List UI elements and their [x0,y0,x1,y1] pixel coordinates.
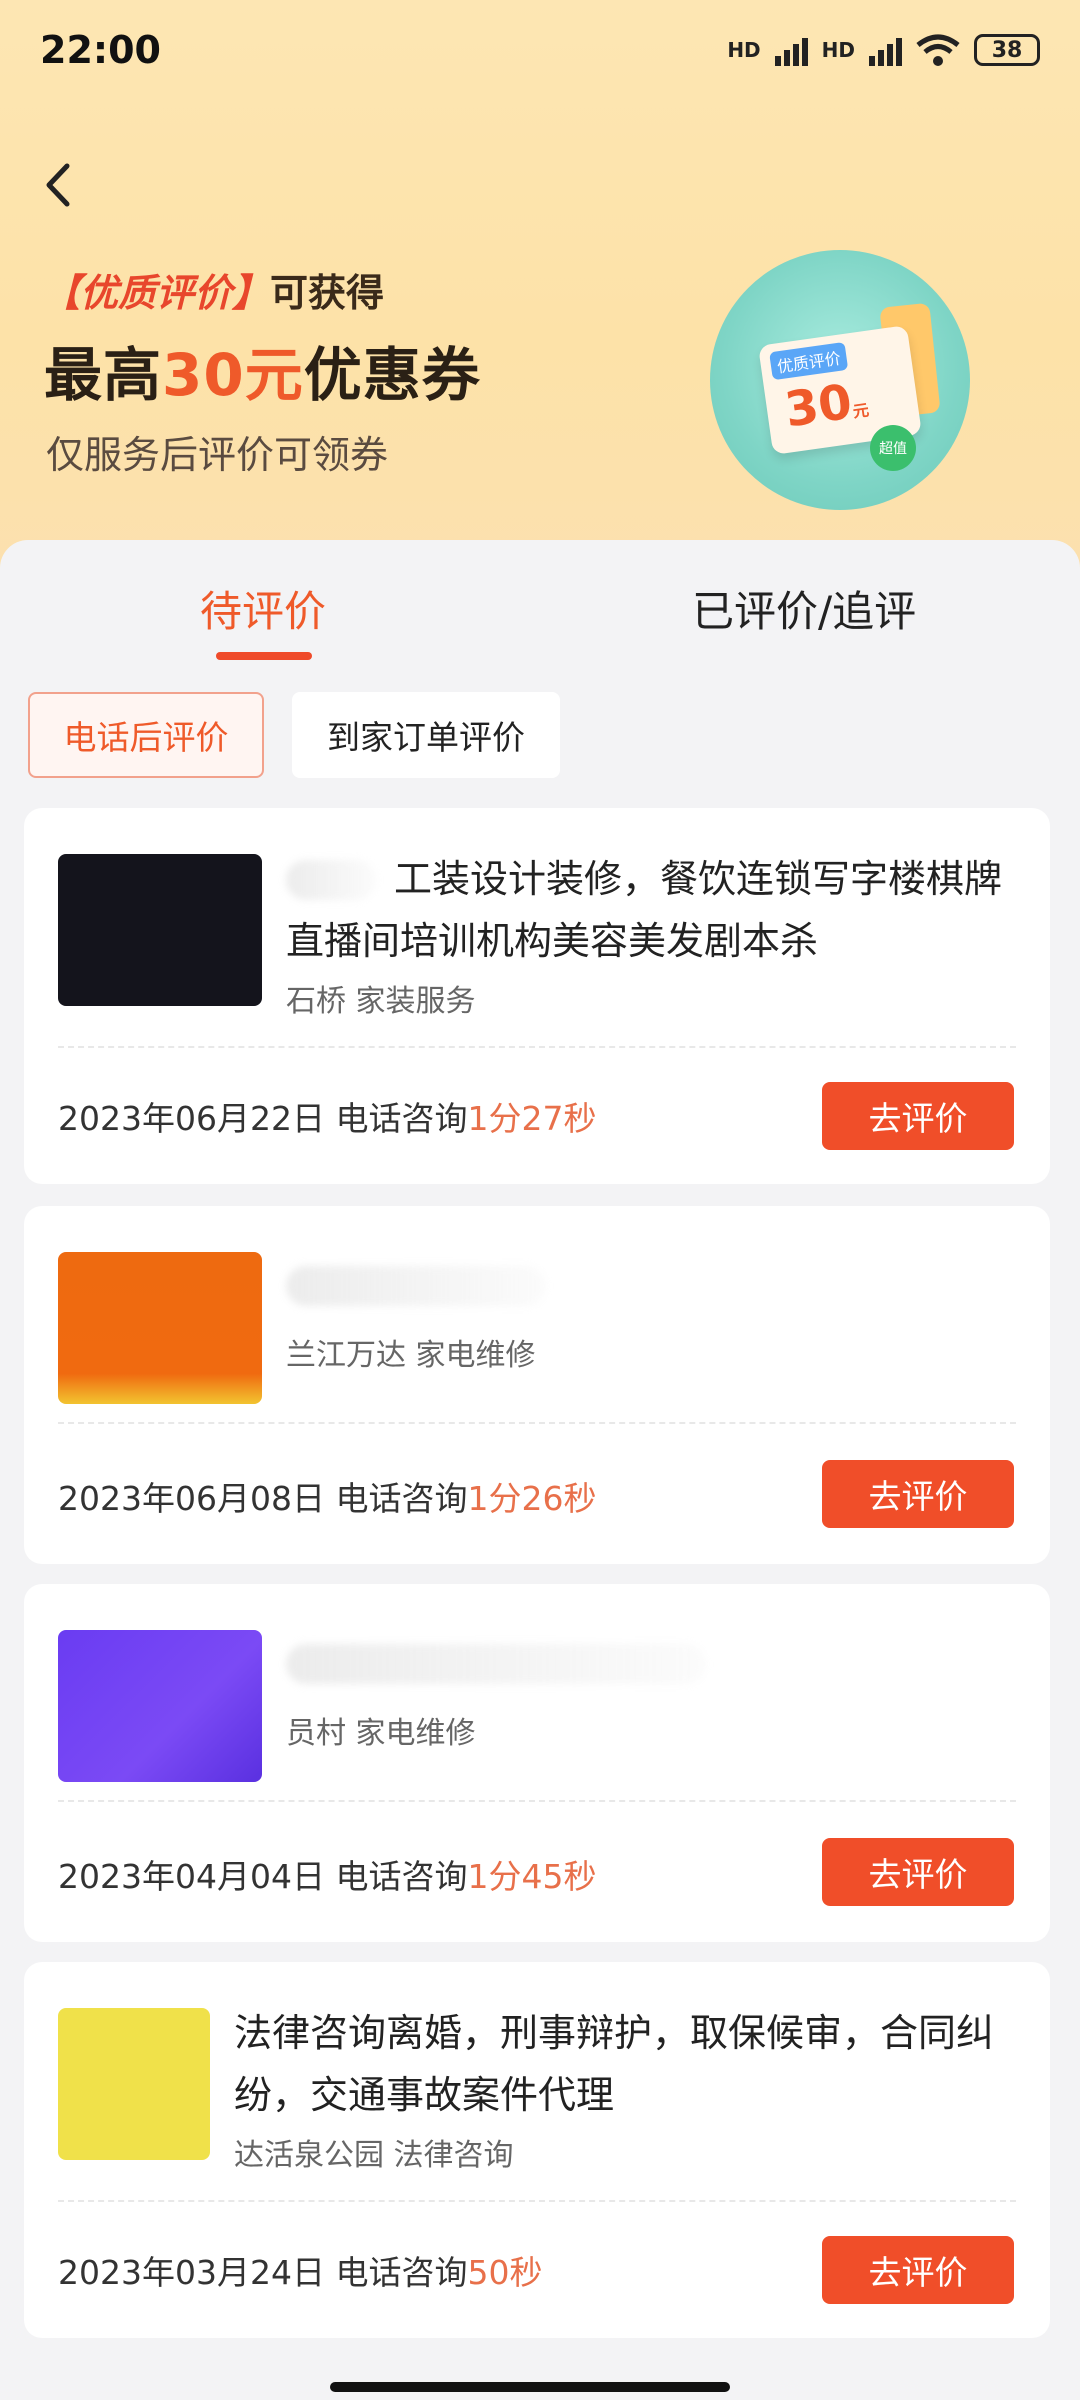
review-button[interactable]: 去评价 [822,1838,1014,1906]
service-location: 达活泉公园 法律咨询 [234,2138,514,2173]
tab-bar: 待评价 已评价/追评 [0,540,1080,670]
review-button[interactable]: 去评价 [822,2236,1014,2304]
signal-icon-2 [869,34,902,66]
service-location: 员村 家电维修 [286,1716,476,1751]
tab-pending-review[interactable]: 待评价 [200,578,326,639]
review-card: 法律咨询离婚，刑事辩护，取保候审，合同纠纷，交通事故案件代理 达活泉公园 法律咨… [24,1962,1050,2338]
signal-icon [774,34,808,66]
review-button[interactable]: 去评价 [822,1082,1014,1150]
promo-suffix: 优惠券 [303,341,481,409]
back-button[interactable] [38,160,78,210]
promo-note: 仅服务后评价可领券 [46,433,389,477]
tab-reviewed[interactable]: 已评价/追评 [692,578,916,639]
card-divider [58,2200,1016,2202]
service-thumbnail[interactable] [58,1252,262,1404]
service-location: 兰江万达 家电维修 [286,1338,536,1373]
call-duration: 1分27秒 [467,1099,597,1138]
chip-after-call-review[interactable]: 电话后评价 [28,692,264,778]
service-thumbnail[interactable] [58,2008,210,2160]
call-meta: 2023年06月08日 电话咨询1分26秒 [58,1472,596,1520]
card-divider [58,1800,1016,1802]
service-title: 法律咨询离婚，刑事辩护，取保候审，合同纠纷，交通事故案件代理 [234,2011,995,2117]
blurred-title [286,1644,706,1684]
card-divider [58,1422,1016,1424]
coupon-badge: 超值 [870,425,916,471]
coupon-value: 30元 [781,373,871,439]
promo-headline-rest: 可获得 [270,271,385,315]
chip-home-order-review[interactable]: 到家订单评价 [292,692,560,778]
call-duration: 1分45秒 [467,1857,597,1896]
review-card: 兰江万达 家电维修 2023年06月08日 电话咨询1分26秒 去评价 [24,1206,1050,1564]
battery-icon: 38 [974,34,1040,66]
promo-headline: 【优质评价】可获得 [42,262,384,317]
call-date: 2023年04月04日 电话咨询 [58,1857,468,1896]
card-divider [58,1046,1016,1048]
active-tab-indicator [216,652,312,660]
call-meta: 2023年06月22日 电话咨询1分27秒 [58,1092,596,1140]
promo-prefix: 最高 [44,341,163,409]
service-title: 工装设计装修，餐饮连锁写字楼棋牌直播间培训机构美容美发剧本杀 [286,857,1003,963]
wifi-icon [916,34,960,66]
home-indicator[interactable] [330,2382,730,2392]
status-icons: HD HD 38 [727,33,1040,67]
hd-label-2: HD [821,38,855,62]
service-thumbnail[interactable] [58,1630,262,1782]
service-location: 石桥 家装服务 [286,984,476,1019]
coupon-illustration: 优质评价 30元 超值 [710,250,970,510]
call-date: 2023年06月08日 电话咨询 [58,1479,468,1518]
call-date: 2023年03月24日 电话咨询 [58,2253,468,2292]
promo-amount: 30元 [162,341,304,409]
review-card: 工装设计装修，餐饮连锁写字楼棋牌直播间培训机构美容美发剧本杀 石桥 家装服务 2… [24,808,1050,1184]
review-button[interactable]: 去评价 [822,1460,1014,1528]
call-meta: 2023年04月04日 电话咨询1分45秒 [58,1850,596,1898]
promo-amount-line: 最高30元优惠券 [44,328,481,412]
call-date: 2023年06月22日 电话咨询 [58,1099,468,1138]
status-time: 22:00 [40,28,161,72]
promo-highlight: 【优质评价】 [42,271,271,315]
blurred-title [286,1266,546,1306]
call-meta: 2023年03月24日 电话咨询50秒 [58,2246,542,2294]
status-bar: 22:00 HD HD 38 [0,0,1080,100]
call-duration: 1分26秒 [467,1479,597,1518]
review-card: 员村 家电维修 2023年04月04日 电话咨询1分45秒 去评价 [24,1584,1050,1942]
chevron-left-icon [46,163,70,207]
call-duration: 50秒 [467,2253,543,2292]
hd-label: HD [727,38,761,62]
service-thumbnail[interactable] [58,854,262,1006]
